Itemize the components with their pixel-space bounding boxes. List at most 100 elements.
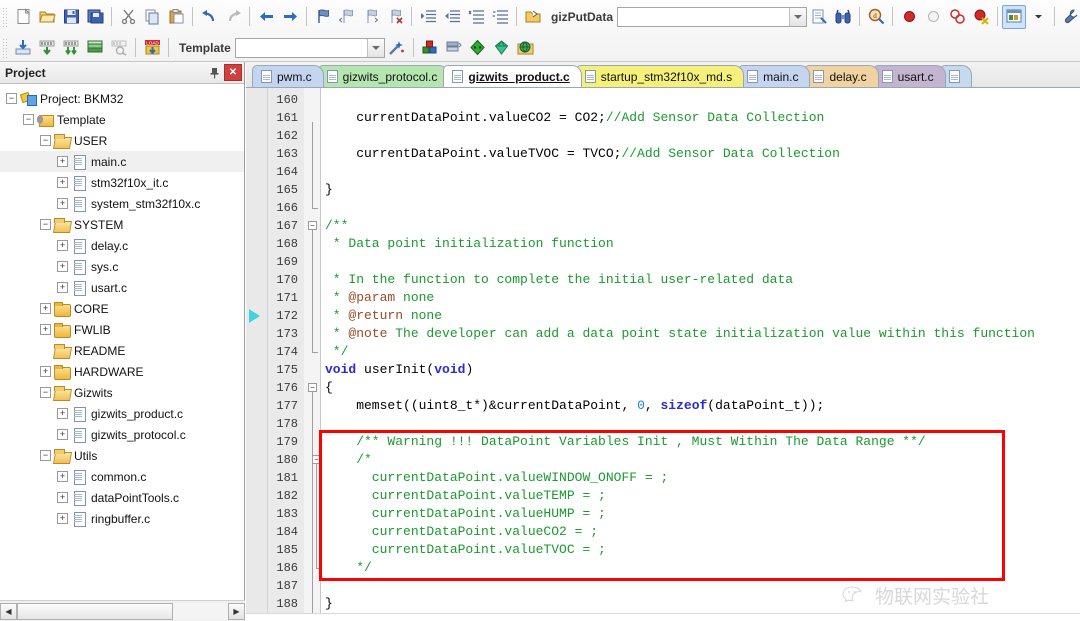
tree-item-fwlib[interactable]: + FWLIB [0, 319, 244, 340]
expand-toggle-icon[interactable]: + [57, 240, 68, 251]
editor-tab-startup-stm32f10x-md-s[interactable]: startup_stm32f10x_md.s [575, 65, 745, 87]
manage-windows-button[interactable] [1002, 4, 1027, 29]
pack-installer-button[interactable] [490, 36, 514, 60]
target-select[interactable] [234, 37, 385, 58]
stop-build-button[interactable] [107, 36, 131, 60]
clear-bookmarks-button[interactable] [383, 5, 407, 29]
expand-toggle-icon[interactable]: + [57, 492, 68, 503]
target-options-button[interactable] [418, 36, 442, 60]
expand-toggle-icon[interactable]: + [57, 156, 68, 167]
tree-item-user[interactable]: − USER [0, 130, 244, 151]
collapse-toggle-icon[interactable]: − [40, 387, 51, 398]
symbol-icon-button[interactable] [521, 5, 545, 29]
disable-all-breakpoints-button[interactable] [945, 5, 969, 29]
manage-project-items-button[interactable] [442, 36, 466, 60]
expand-toggle-icon[interactable]: + [57, 198, 68, 209]
expand-toggle-icon[interactable]: + [57, 261, 68, 272]
editor-tab-gizwits-protocol-c[interactable]: gizwits_protocol.c [317, 65, 450, 87]
undo-button[interactable] [197, 5, 221, 29]
expand-toggle-icon[interactable]: + [40, 366, 51, 377]
editor-tab-main-c[interactable]: main.c [738, 65, 811, 87]
tree-item-template[interactable]: − Template [0, 109, 244, 130]
collapse-toggle-icon[interactable]: − [40, 450, 51, 461]
manage-windows-dropdown[interactable] [1026, 5, 1050, 29]
project-tree[interactable]: − Project: BKM32− Template − USER + main.c + stm… [0, 84, 244, 599]
tree-item-gizwits-product-c[interactable]: + gizwits_product.c [0, 403, 244, 424]
tree-item-utils[interactable]: − Utils [0, 445, 244, 466]
tree-item-stm32f10x-it-c[interactable]: + stm32f10x_it.c [0, 172, 244, 193]
toolbar-grip[interactable] [2, 6, 9, 27]
scroll-left-button[interactable]: ◀ [0, 602, 17, 620]
collapse-toggle-icon[interactable]: − [40, 219, 51, 230]
expand-toggle-icon[interactable]: + [57, 471, 68, 482]
tree-item-hardware[interactable]: + HARDWARE [0, 361, 244, 382]
collapse-toggle-icon[interactable]: − [23, 114, 34, 125]
indent-button[interactable] [416, 5, 440, 29]
rebuild-all-button[interactable] [59, 36, 83, 60]
scroll-thumb[interactable] [17, 602, 174, 620]
scroll-right-button[interactable]: ▶ [228, 602, 245, 620]
pin-icon[interactable] [205, 64, 223, 81]
source-browse-button[interactable] [466, 36, 490, 60]
code-folding-gutter[interactable]: −−−− [304, 88, 322, 621]
expand-toggle-icon[interactable]: + [40, 324, 51, 335]
uncomment-button[interactable] [488, 5, 512, 29]
chevron-down-icon[interactable] [366, 38, 384, 57]
collapse-toggle-icon[interactable]: − [40, 135, 51, 146]
target-wizard-button[interactable] [385, 36, 409, 60]
outdent-button[interactable] [440, 5, 464, 29]
translate-file-button[interactable] [11, 36, 35, 60]
navigate-back-button[interactable] [254, 5, 278, 29]
tree-item-sys-c[interactable]: + sys.c [0, 256, 244, 277]
editor-tab-delay-c[interactable]: delay.c [804, 65, 879, 87]
fold-toggle-167[interactable]: − [308, 221, 317, 230]
code-text-area[interactable]: currentDataPoint.valueCO2 = CO2;//Add Se… [321, 88, 1080, 621]
open-file-button[interactable] [35, 5, 59, 29]
expand-toggle-icon[interactable]: + [57, 177, 68, 188]
disable-breakpoint-button[interactable] [921, 5, 945, 29]
tree-item-datapointtools-c[interactable]: + dataPointTools.c [0, 487, 244, 508]
build-target-button[interactable] [35, 36, 59, 60]
expand-toggle-icon[interactable]: + [57, 282, 68, 293]
download-button[interactable]: LOAD [140, 36, 164, 60]
kill-all-breakpoints-button[interactable] [969, 5, 993, 29]
toggle-bookmark-button[interactable] [311, 5, 335, 29]
editor-tab-gizwits-product-c[interactable]: gizwits_product.c [443, 65, 582, 87]
tree-item-delay-c[interactable]: + delay.c [0, 235, 244, 256]
close-icon[interactable]: ✕ [224, 64, 242, 81]
bookmark-gutter[interactable] [246, 88, 268, 621]
expand-toggle-icon[interactable]: + [57, 408, 68, 419]
tree-item-project-bkm32[interactable]: − Project: BKM32 [0, 88, 244, 109]
tree-item-usart-c[interactable]: + usart.c [0, 277, 244, 298]
cut-button[interactable] [116, 5, 140, 29]
tree-item-common-c[interactable]: + common.c [0, 466, 244, 487]
symbol-select[interactable] [617, 6, 808, 27]
fold-toggle-176[interactable]: − [308, 383, 317, 392]
save-all-button[interactable] [83, 5, 107, 29]
toolbar-grip[interactable] [2, 37, 9, 58]
insert-breakpoint-button[interactable] [897, 5, 921, 29]
open-documentation-button[interactable] [807, 5, 831, 29]
tree-item-gizwits[interactable]: − Gizwits [0, 382, 244, 403]
collapse-toggle-icon[interactable]: − [6, 93, 17, 104]
debug-start-button[interactable]: d [864, 5, 888, 29]
next-bookmark-button[interactable] [359, 5, 383, 29]
batch-build-button[interactable] [83, 36, 107, 60]
save-button[interactable] [59, 5, 83, 29]
tree-item-readme[interactable]: README [0, 340, 244, 361]
tree-item-core[interactable]: + CORE [0, 298, 244, 319]
paste-button[interactable] [164, 5, 188, 29]
redo-button[interactable] [221, 5, 245, 29]
project-horizontal-scrollbar[interactable]: ◀ ▶ [0, 600, 245, 621]
expand-toggle-icon[interactable]: + [57, 513, 68, 524]
chevron-down-icon[interactable] [789, 7, 807, 26]
tree-item-main-c[interactable]: + main.c [0, 151, 244, 172]
new-file-button[interactable] [11, 5, 35, 29]
copy-button[interactable] [140, 5, 164, 29]
configure-button[interactable] [1059, 5, 1080, 29]
editor-tab-pwm-c[interactable]: pwm.c [252, 65, 324, 87]
fold-toggle-180[interactable]: − [312, 455, 321, 464]
comment-button[interactable] [464, 5, 488, 29]
editor-tab-usart-c[interactable]: usart.c [872, 65, 946, 87]
code-editor[interactable]: 160 161 162 163 164 165 166 167 168 169 170 171 172 1… [246, 88, 1080, 621]
